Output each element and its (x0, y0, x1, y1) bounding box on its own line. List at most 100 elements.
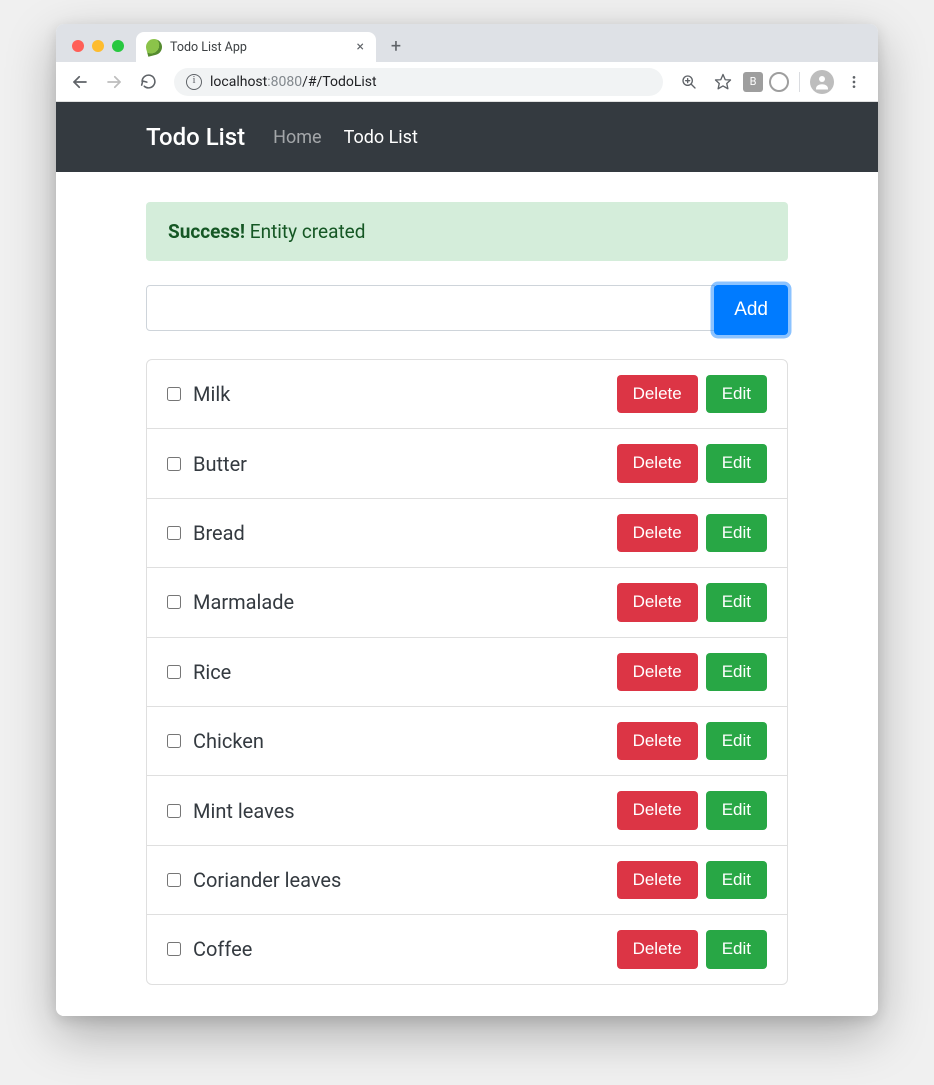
todo-actions: DeleteEdit (617, 514, 767, 552)
browser-tab[interactable]: Todo List App × (136, 32, 376, 62)
edit-button[interactable]: Edit (706, 791, 767, 829)
toolbar-divider (799, 72, 800, 92)
reload-icon (140, 73, 157, 90)
todo-actions: DeleteEdit (617, 444, 767, 482)
delete-button[interactable]: Delete (617, 375, 698, 413)
delete-button[interactable]: Delete (617, 514, 698, 552)
todo-item: Bread DeleteEdit (147, 499, 787, 568)
todo-actions: DeleteEdit (617, 375, 767, 413)
url-port: :8080 (267, 74, 302, 90)
add-todo-row: Add (146, 285, 788, 335)
favicon-icon (144, 37, 164, 57)
minimize-window-button[interactable] (92, 40, 104, 52)
todo-checkbox[interactable] (167, 734, 181, 748)
todo-label: Marmalade (193, 590, 294, 614)
todo-actions: DeleteEdit (617, 861, 767, 899)
edit-button[interactable]: Edit (706, 861, 767, 899)
edit-button[interactable]: Edit (706, 930, 767, 968)
delete-button[interactable]: Delete (617, 930, 698, 968)
forward-button[interactable] (100, 68, 128, 96)
todo-item: Coffee DeleteEdit (147, 915, 787, 983)
delete-button[interactable]: Delete (617, 653, 698, 691)
todo-actions: DeleteEdit (617, 583, 767, 621)
maximize-window-button[interactable] (112, 40, 124, 52)
person-icon (813, 73, 831, 91)
todo-label: Milk (193, 382, 230, 406)
extension-circle-icon[interactable] (769, 72, 789, 92)
todo-item: Mint leaves DeleteEdit (147, 776, 787, 845)
todo-checkbox[interactable] (167, 595, 181, 609)
bookmark-button[interactable] (709, 68, 737, 96)
page-container: Success! Entity created Add MilkDeleteEd… (56, 172, 878, 985)
delete-button[interactable]: Delete (617, 791, 698, 829)
new-tab-button[interactable]: + (382, 32, 410, 60)
todo-list: MilkDeleteEditButterDeleteEditBreadDelet… (146, 359, 788, 985)
arrow-right-icon (105, 73, 123, 91)
back-button[interactable] (66, 68, 94, 96)
edit-button[interactable]: Edit (706, 653, 767, 691)
app-navbar: Todo List Home Todo List (56, 102, 878, 172)
todo-checkbox[interactable] (167, 804, 181, 818)
todo-label: Rice (193, 660, 231, 684)
todo-actions: DeleteEdit (617, 930, 767, 968)
add-button[interactable]: Add (714, 285, 788, 335)
zoom-button[interactable] (675, 68, 703, 96)
todo-label: Mint leaves (193, 799, 295, 823)
new-todo-input[interactable] (146, 285, 715, 331)
todo-checkbox[interactable] (167, 665, 181, 679)
todo-label: Coffee (193, 937, 252, 961)
window-controls (66, 40, 130, 62)
navbar-brand[interactable]: Todo List (146, 123, 245, 151)
edit-button[interactable]: Edit (706, 514, 767, 552)
reload-button[interactable] (134, 68, 162, 96)
zoom-icon (681, 74, 697, 90)
nav-link-home[interactable]: Home (273, 127, 321, 148)
todo-actions: DeleteEdit (617, 791, 767, 829)
profile-avatar[interactable] (810, 70, 834, 94)
extension-badge[interactable]: B (743, 72, 763, 92)
address-bar[interactable]: localhost:8080/#/TodoList (174, 68, 663, 96)
close-tab-button[interactable]: × (355, 39, 366, 55)
browser-toolbar: localhost:8080/#/TodoList B (56, 62, 878, 102)
url-host: localhost (210, 74, 267, 90)
kebab-icon (846, 74, 862, 90)
page-viewport: Todo List Home Todo List Success! Entity … (56, 102, 878, 1016)
todo-label: Bread (193, 521, 245, 545)
todo-item: Rice DeleteEdit (147, 638, 787, 707)
alert-strong: Success! (168, 220, 245, 243)
todo-checkbox[interactable] (167, 526, 181, 540)
delete-button[interactable]: Delete (617, 444, 698, 482)
browser-menu-button[interactable] (840, 68, 868, 96)
edit-button[interactable]: Edit (706, 375, 767, 413)
browser-window: Todo List App × + localhost:8080/#/TodoL… (56, 24, 878, 1016)
edit-button[interactable]: Edit (706, 444, 767, 482)
delete-button[interactable]: Delete (617, 861, 698, 899)
site-info-icon[interactable] (186, 74, 202, 90)
todo-item: Butter DeleteEdit (147, 429, 787, 498)
edit-button[interactable]: Edit (706, 583, 767, 621)
delete-button[interactable]: Delete (617, 583, 698, 621)
todo-item: Chicken DeleteEdit (147, 707, 787, 776)
todo-checkbox[interactable] (167, 942, 181, 956)
star-icon (714, 73, 732, 91)
edit-button[interactable]: Edit (706, 722, 767, 760)
todo-label: Coriander leaves (193, 868, 341, 892)
nav-link-todo-list[interactable]: Todo List (344, 127, 418, 148)
arrow-left-icon (71, 73, 89, 91)
tab-title: Todo List App (170, 40, 247, 55)
tab-strip: Todo List App × + (56, 24, 878, 62)
nav-links: Home Todo List (273, 127, 440, 148)
url-path: /#/TodoList (302, 74, 376, 90)
todo-actions: DeleteEdit (617, 653, 767, 691)
todo-label: Chicken (193, 729, 264, 753)
todo-checkbox[interactable] (167, 873, 181, 887)
delete-button[interactable]: Delete (617, 722, 698, 760)
todo-actions: DeleteEdit (617, 722, 767, 760)
success-alert: Success! Entity created (146, 202, 788, 261)
todo-checkbox[interactable] (167, 457, 181, 471)
todo-item: Marmalade DeleteEdit (147, 568, 787, 637)
todo-checkbox[interactable] (167, 387, 181, 401)
todo-item: Coriander leaves DeleteEdit (147, 846, 787, 915)
todo-label: Butter (193, 452, 247, 476)
close-window-button[interactable] (72, 40, 84, 52)
